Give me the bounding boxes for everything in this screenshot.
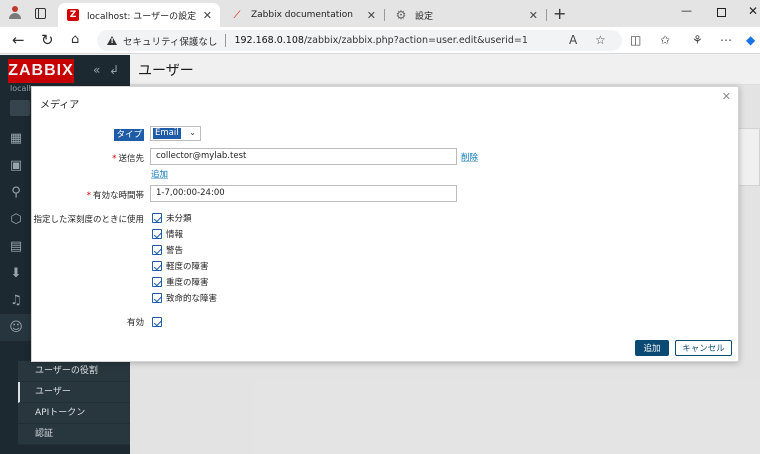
severity-disaster[interactable]: 致命的な障害 (152, 292, 217, 304)
url-text[interactable]: 192.168.0.108/zabbix/zabbix.php?action=u… (234, 35, 527, 46)
severity-average[interactable]: 軽度の障害 (152, 260, 209, 272)
checkbox[interactable] (152, 213, 162, 223)
sendto-input[interactable]: collector@mylab.test (150, 148, 457, 165)
browser-tabbar: Z localhost: ユーザーの設定 ✕ ⟋ Zabbix document… (0, 0, 760, 27)
chevron-down-icon: ⌄ (189, 128, 196, 137)
favorite-star-icon[interactable]: ☆ (595, 33, 606, 47)
close-tab-icon[interactable]: ✕ (367, 9, 376, 22)
address-divider (225, 34, 227, 47)
severity-high[interactable]: 重度の障害 (152, 276, 209, 288)
workspaces-icon[interactable] (35, 8, 46, 19)
media-dialog: メディア ✕ タイプ Email ⌄ * 送信先 collector@mylab.… (31, 86, 739, 362)
tab-zabbix-user-settings[interactable]: Z localhost: ユーザーの設定 ✕ (58, 3, 220, 27)
checkbox[interactable] (152, 317, 162, 327)
new-tab-icon[interactable]: + (553, 4, 566, 23)
period-label: * 有効な時間帯 (86, 191, 144, 201)
tab-zabbix-documentation[interactable]: ⟋ Zabbix documentation ✕ (222, 3, 384, 27)
period-input[interactable]: 1-7,00:00-24:00 (150, 185, 457, 202)
type-select[interactable]: Email ⌄ (150, 126, 201, 141)
remove-sendto-link[interactable]: 削除 (461, 151, 478, 163)
close-tab-icon[interactable]: ✕ (529, 9, 538, 22)
split-screen-icon[interactable]: ◫ (630, 33, 641, 47)
url-host: 192.168.0.108 (234, 35, 304, 46)
enabled-label: 有効 (126, 318, 144, 328)
type-label: タイプ (114, 129, 144, 141)
severity-label: 指定した深刻度のときに使用 (33, 215, 144, 225)
checkbox[interactable] (152, 277, 162, 287)
dialog-title: メディア (40, 100, 80, 111)
tab-separator (384, 9, 385, 21)
enabled-toggle[interactable] (152, 316, 162, 328)
tab-title: 設定 (415, 11, 434, 22)
security-indicator[interactable]: セキュリティ保護なし (123, 34, 217, 48)
close-tab-icon[interactable]: ✕ (203, 9, 212, 22)
type-select-value: Email (153, 128, 181, 139)
home-icon[interactable]: ⌂ (71, 31, 79, 49)
checkbox[interactable] (152, 293, 162, 303)
refresh-icon[interactable]: ↻ (41, 31, 54, 49)
extension-icon[interactable]: ⚘ (692, 33, 703, 47)
checkbox[interactable] (152, 229, 162, 239)
tab-title: localhost: ユーザーの設定 (87, 11, 197, 22)
favorites-icon[interactable]: ✩ (660, 33, 670, 47)
gear-icon: ⚙ (395, 8, 407, 22)
tab-separator (546, 9, 547, 21)
browser-toolbar: ← ↻ ⌂ セキュリティ保護なし 192.168.0.108/zabbix/za… (0, 27, 760, 54)
copilot-icon[interactable]: ◆ (746, 33, 755, 47)
add-sendto-link[interactable]: 追加 (151, 168, 168, 180)
read-aloud-icon[interactable]: A (569, 33, 577, 47)
url-path: /zabbix/zabbix.php?action=user.edit&user… (303, 35, 528, 46)
profile-avatar[interactable] (8, 6, 22, 20)
back-icon[interactable]: ← (12, 31, 25, 49)
warning-icon (107, 36, 117, 45)
address-bar[interactable]: セキュリティ保護なし 192.168.0.108/zabbix/zabbix.p… (97, 30, 622, 51)
severity-warning[interactable]: 警告 (152, 244, 183, 256)
more-menu-icon[interactable]: ⋯ (720, 33, 732, 47)
cancel-button[interactable]: キャンセル (675, 340, 732, 356)
checkbox[interactable] (152, 245, 162, 255)
close-dialog-icon[interactable]: ✕ (722, 90, 731, 103)
zabbix-doc-favicon-icon: ⟋ (233, 9, 241, 21)
add-button[interactable]: 追加 (635, 340, 669, 356)
zabbix-favicon-icon: Z (67, 9, 79, 21)
window-close-icon[interactable]: ✕ (748, 4, 758, 18)
tab-title: Zabbix documentation (251, 10, 353, 20)
sendto-label: * 送信先 (112, 154, 144, 164)
checkbox[interactable] (152, 261, 162, 271)
severity-information[interactable]: 情報 (152, 228, 183, 240)
tab-settings[interactable]: ⚙ 設定 ✕ (386, 3, 546, 27)
severity-not-classified[interactable]: 未分類 (152, 212, 192, 224)
maximize-icon[interactable] (717, 8, 726, 17)
minimize-icon[interactable]: — (681, 4, 692, 17)
